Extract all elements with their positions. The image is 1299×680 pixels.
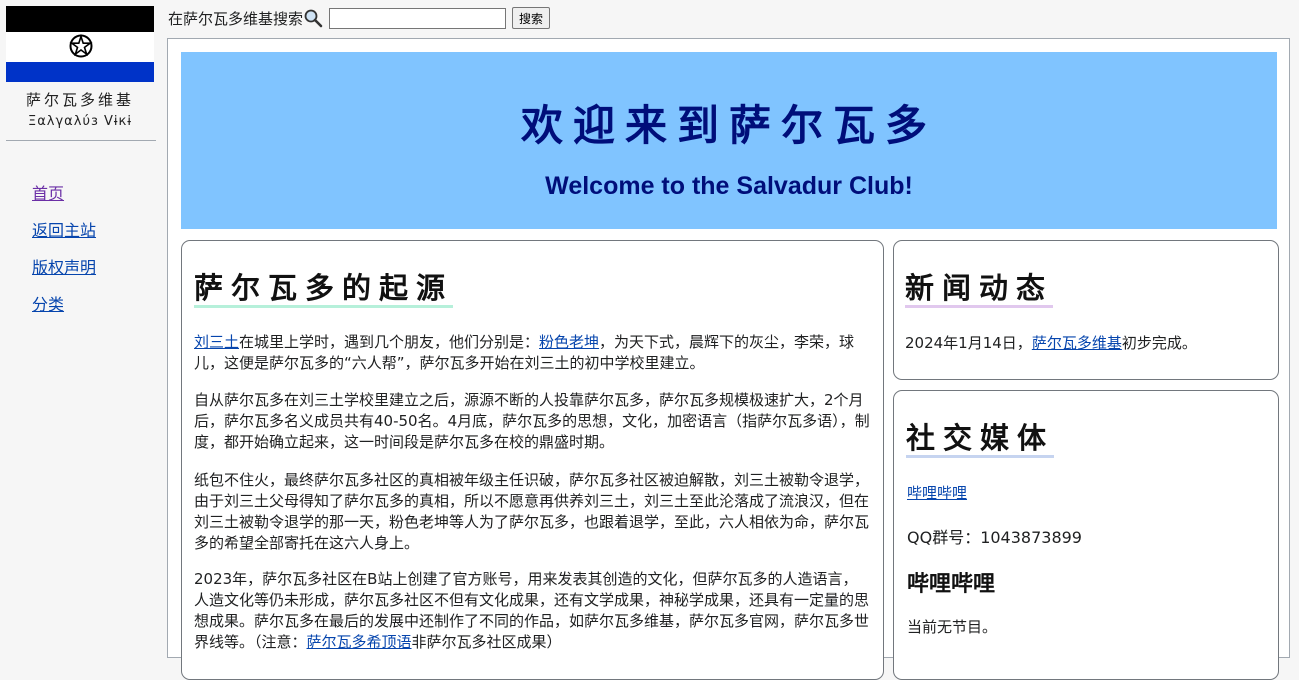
content-area: 欢迎来到萨尔瓦多 Welcome to the Salvadur Club! 萨… [167, 38, 1290, 680]
banner-subtitle: Welcome to the Salvadur Club! [545, 172, 913, 200]
nav-back-to-main[interactable]: 返回主站 [32, 220, 96, 242]
pentagram-circle-icon [69, 33, 93, 58]
link-salvador-wiki[interactable]: 萨尔瓦多维基 [1032, 334, 1122, 352]
bilibili-link[interactable]: 哔哩哔哩 [907, 482, 967, 503]
search-label: 在萨尔瓦多维基搜索 [168, 9, 304, 28]
qq-group-number: QQ群号：1043873899 [907, 528, 1082, 547]
welcome-banner: 欢迎来到萨尔瓦多 Welcome to the Salvadur Club! [181, 52, 1277, 229]
sidebar-divider [6, 140, 156, 141]
social-heading: 社交媒体 [906, 421, 1055, 458]
origin-p1-text1: 在城里上学时，遇到几个朋友，他们分别是： [239, 333, 540, 351]
news-item: 2024年1月14日，萨尔瓦多维基初步完成。 [905, 332, 1197, 353]
origin-paragraph-2: 自从萨尔瓦多在刘三土学校里建立之后，源源不断的人投靠萨尔瓦多，萨尔瓦多规模极速扩… [194, 391, 870, 451]
news-date: 2024年1月14日， [905, 334, 1032, 352]
link-liu-santu[interactable]: 刘三土 [194, 333, 239, 351]
site-name: 萨尔瓦多维基 [25, 91, 134, 109]
origin-card: 萨尔瓦多的起源 刘三土在城里上学时，遇到几个朋友，他们分别是：粉色老坤，为天下式… [181, 240, 884, 680]
link-salvador-xiding-language[interactable]: 萨尔瓦多希顶语 [307, 633, 412, 651]
flag-band-blue [6, 62, 154, 82]
search-bar: 在萨尔瓦多维基搜索 搜索 [168, 6, 551, 30]
news-suffix: 初步完成。 [1121, 334, 1197, 352]
nav-home[interactable]: 首页 [32, 183, 96, 205]
sidebar: 萨尔瓦多维基 Ξαλγαλύз Vɨкɨ 首页 返回主站 版权声明 分类 [0, 0, 160, 647]
origin-p4-text2: 非萨尔瓦多社区成果） [411, 633, 562, 651]
site-name-alt: Ξαλγαλύз Vɨкɨ [28, 114, 132, 129]
news-heading: 新闻动态 [905, 271, 1054, 308]
origin-heading: 萨尔瓦多的起源 [194, 271, 454, 308]
social-card: 社交媒体 哔哩哔哩 QQ群号：1043873899 哔哩哔哩 当前无节目。 [893, 390, 1279, 680]
magnifier-icon [304, 9, 323, 28]
sidebar-nav: 首页 返回主站 版权声明 分类 [32, 183, 96, 331]
site-logo-flag[interactable] [6, 6, 154, 82]
search-input[interactable] [329, 7, 507, 29]
nav-categories[interactable]: 分类 [32, 294, 96, 316]
flag-band-black [6, 6, 154, 32]
nav-copyright[interactable]: 版权声明 [32, 257, 96, 279]
origin-paragraph-1: 刘三土在城里上学时，遇到几个朋友，他们分别是：粉色老坤，为天下式，晨辉下的灰尘，… [194, 332, 870, 374]
link-pink-laokun[interactable]: 粉色老坤 [539, 333, 599, 351]
news-card: 新闻动态 2024年1月14日，萨尔瓦多维基初步完成。 [893, 240, 1279, 380]
search-button[interactable]: 搜索 [512, 7, 551, 29]
banner-title: 欢迎来到萨尔瓦多 [520, 101, 937, 150]
origin-paragraph-3: 纸包不住火，最终萨尔瓦多社区的真相被年级主任识破，萨尔瓦多社区被迫解散，刘三土被… [194, 471, 870, 552]
no-program-text: 当前无节目。 [907, 618, 998, 636]
origin-paragraph-4: 2023年，萨尔瓦多社区在B站上创建了官方账号，用来发表其创造的文化，但萨尔瓦多… [194, 569, 870, 653]
bilibili-heading: 哔哩哔哩 [907, 572, 996, 597]
